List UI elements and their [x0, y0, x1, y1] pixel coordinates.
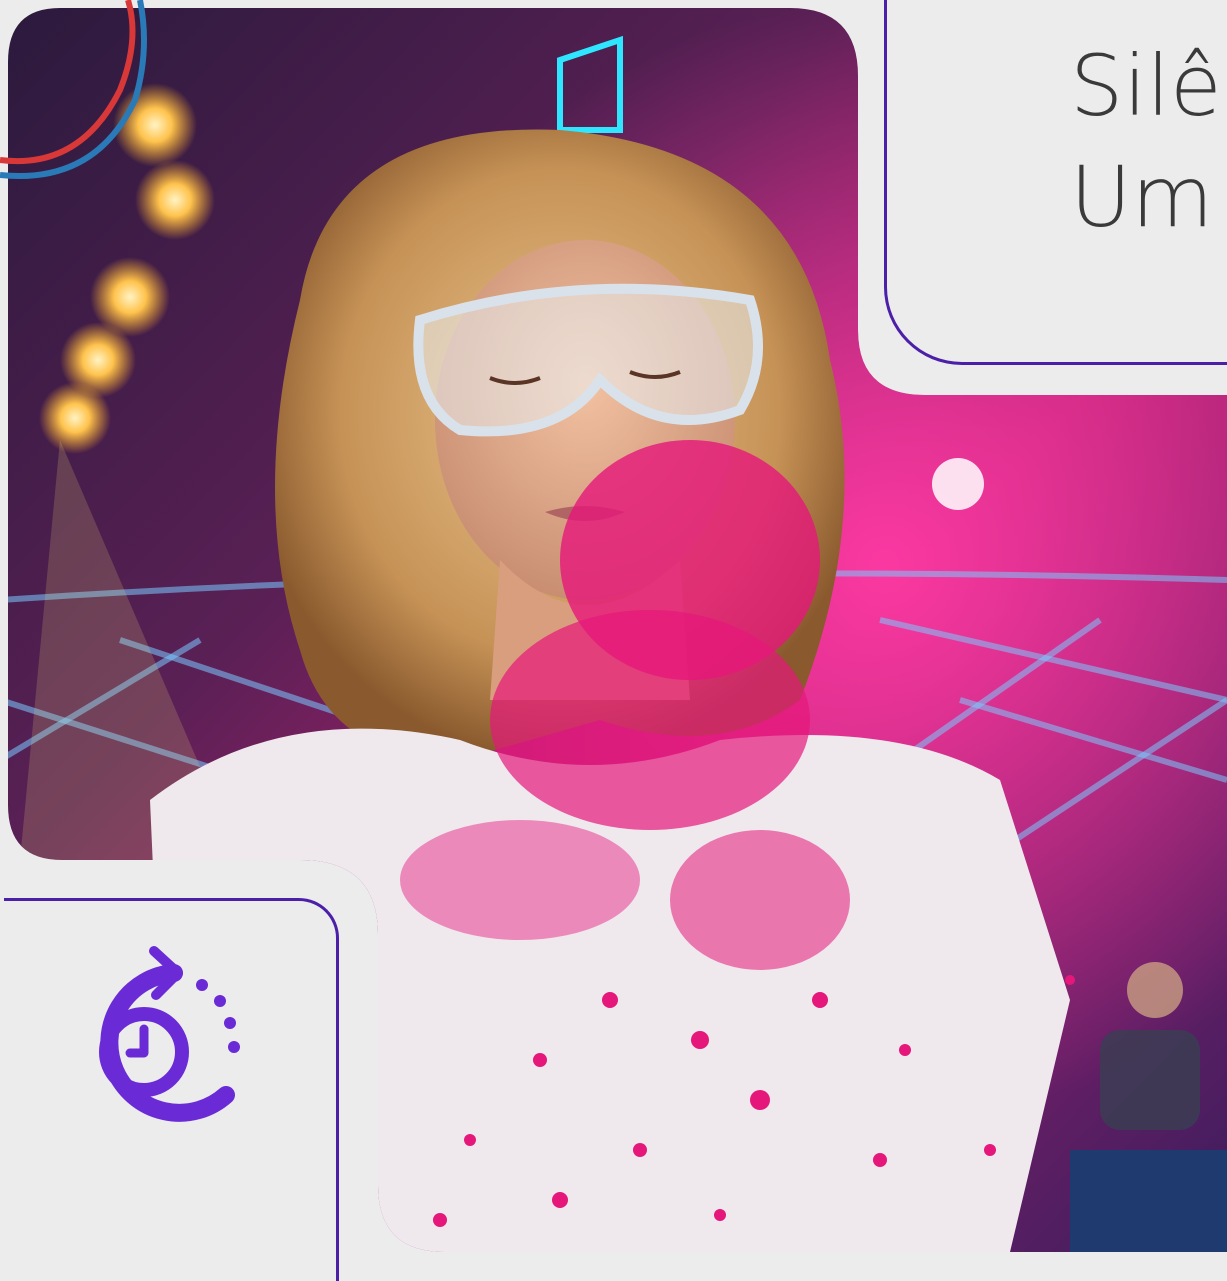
clock-rotate-icon: [99, 946, 240, 1122]
title-line-2: Um: [1070, 148, 1214, 246]
title-line-1: Silê: [1070, 37, 1222, 135]
